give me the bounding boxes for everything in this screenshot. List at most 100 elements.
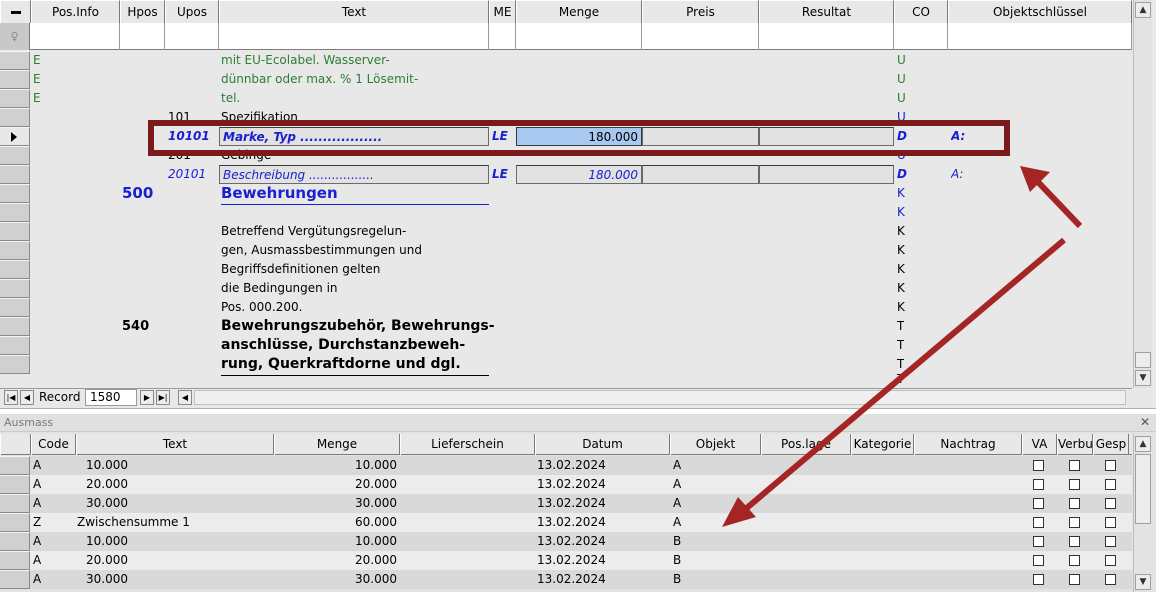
row-selector[interactable] [0, 279, 30, 298]
code-cell[interactable]: Z [33, 513, 41, 532]
row-selector[interactable] [0, 475, 30, 494]
close-icon[interactable]: ✕ [1140, 414, 1150, 431]
scroll-up-icon[interactable]: ▲ [1135, 436, 1151, 452]
va-checkbox[interactable] [1033, 479, 1044, 490]
text-cell[interactable]: Bewehrungen [221, 184, 489, 205]
text-cell[interactable]: gen, Ausmassbestimmungen und [221, 241, 422, 260]
next-record-icon[interactable]: ▶ [140, 390, 154, 405]
text-cell[interactable]: Beschreibung ................. [219, 165, 489, 184]
objekt-cell[interactable]: A [673, 513, 681, 532]
objektschluessel-cell[interactable]: A: [951, 127, 965, 146]
text-cell[interactable]: Zwischensumme 1 [77, 513, 190, 532]
row-selector[interactable] [0, 165, 30, 184]
co-cell[interactable]: U [897, 70, 906, 89]
upos-cell[interactable]: 201 [168, 146, 191, 165]
col-header-nachtrag[interactable]: Nachtrag [914, 434, 1022, 455]
code-cell[interactable]: A [33, 475, 41, 494]
text-cell[interactable]: anschlüsse, Durchstanzbeweh- [221, 336, 465, 355]
verbu-checkbox[interactable] [1069, 555, 1080, 566]
lower-vertical-scrollbar[interactable]: ▲ ▼ [1133, 434, 1152, 592]
col-header-gesp[interactable]: Gesp [1093, 434, 1129, 455]
text-cell[interactable]: Pos. 000.200. [221, 298, 302, 317]
last-record-icon[interactable]: ▶| [156, 390, 170, 405]
gesp-checkbox[interactable] [1105, 479, 1116, 490]
co-cell[interactable]: K [897, 222, 905, 241]
col-header-preis[interactable]: Preis [642, 0, 759, 23]
ausmass-row[interactable]: A 10.000 10.000 13.02.2024 B [0, 532, 1132, 551]
row-selector[interactable] [0, 317, 30, 336]
row-selector[interactable] [0, 146, 30, 165]
menge-cell[interactable]: 60.000 [274, 513, 397, 532]
scroll-down-icon[interactable]: ▼ [1135, 370, 1151, 386]
filter-resultat[interactable] [759, 23, 894, 50]
co-cell[interactable]: K [897, 203, 905, 222]
menge-cell[interactable]: 30.000 [274, 570, 397, 589]
scroll-thumb[interactable] [1135, 352, 1151, 368]
menge-input-selected[interactable]: 180.000 [516, 127, 642, 146]
ausmass-row[interactable]: A 20.000 20.000 13.02.2024 A [0, 475, 1132, 494]
horizontal-scroll-track[interactable] [194, 390, 1126, 405]
gesp-checkbox[interactable] [1105, 517, 1116, 528]
col-header-hpos[interactable]: Hpos [120, 0, 165, 23]
row-selector[interactable] [0, 298, 30, 317]
objekt-cell[interactable]: A [673, 494, 681, 513]
menge-cell[interactable]: 20.000 [274, 551, 397, 570]
col-header-posinfo[interactable]: Pos.Info [31, 0, 120, 23]
col-header-resultat[interactable]: Resultat [759, 0, 894, 23]
text-cell[interactable]: 30.000 [86, 570, 128, 589]
col-header-kategorie[interactable]: Kategorie [851, 434, 914, 455]
filter-posinfo[interactable] [30, 23, 120, 50]
resultat-cell[interactable] [759, 165, 894, 184]
filter-preis[interactable] [642, 23, 759, 50]
va-checkbox[interactable] [1033, 517, 1044, 528]
scroll-up-icon[interactable]: ▲ [1135, 2, 1151, 18]
col-header-objekt[interactable]: Objekt [670, 434, 761, 455]
text-cell[interactable]: die Bedingungen in [221, 279, 338, 298]
row-selector[interactable] [0, 89, 30, 108]
text-cell[interactable]: Begriffsdefinitionen gelten [221, 260, 380, 279]
row-selector[interactable] [0, 456, 30, 475]
col-header-poslage[interactable]: Pos.lage [761, 434, 851, 455]
gesp-checkbox[interactable] [1105, 536, 1116, 547]
text-cell[interactable]: 10.000 [86, 456, 128, 475]
verbu-checkbox[interactable] [1069, 479, 1080, 490]
co-cell[interactable]: K [897, 298, 905, 317]
datum-cell[interactable]: 13.02.2024 [537, 551, 606, 570]
co-cell[interactable]: U [897, 108, 906, 127]
me-cell[interactable]: LE [492, 165, 508, 184]
co-cell[interactable]: T [897, 317, 904, 336]
col-header-code[interactable]: Code [31, 434, 76, 455]
text-cell[interactable]: 20.000 [86, 551, 128, 570]
va-checkbox[interactable] [1033, 555, 1044, 566]
text-cell[interactable]: Marke, Typ .................. [219, 127, 489, 146]
objekt-cell[interactable]: B [673, 551, 681, 570]
va-checkbox[interactable] [1033, 460, 1044, 471]
datum-cell[interactable]: 13.02.2024 [537, 494, 606, 513]
co-cell[interactable]: T [897, 372, 904, 387]
filter-upos[interactable] [165, 23, 219, 50]
current-row-selector[interactable] [0, 127, 30, 146]
gesp-checkbox[interactable] [1105, 555, 1116, 566]
upper-vertical-scrollbar[interactable]: ▲ ▼ [1133, 0, 1152, 388]
record-number-input[interactable]: 1580 [85, 389, 137, 406]
co-cell[interactable]: K [897, 241, 905, 260]
upos-cell[interactable]: 101 [168, 108, 191, 127]
verbu-checkbox[interactable] [1069, 574, 1080, 585]
filter-objektschluessel[interactable] [948, 23, 1132, 50]
objekt-cell[interactable]: A [673, 456, 681, 475]
filter-me[interactable] [489, 23, 516, 50]
preis-cell[interactable] [642, 127, 759, 146]
text-cell[interactable]: dünnbar oder max. % 1 Lösemit- [221, 70, 418, 89]
upos-cell[interactable]: 20101 [168, 165, 206, 184]
objekt-cell[interactable]: B [673, 532, 681, 551]
row-selector[interactable] [0, 570, 30, 589]
co-cell[interactable]: K [897, 279, 905, 298]
posinfo-cell[interactable]: E [33, 70, 41, 89]
text-cell[interactable]: rung, Querkraftdorne und dgl. [221, 355, 489, 376]
filter-icon[interactable]: ♀ [0, 23, 30, 50]
co-cell[interactable]: U [897, 146, 906, 165]
preis-cell[interactable] [642, 165, 759, 184]
ausmass-row[interactable]: A 10.000 10.000 13.02.2024 A [0, 456, 1132, 475]
row-selector[interactable] [0, 532, 30, 551]
menge-cell[interactable]: 10.000 [274, 532, 397, 551]
